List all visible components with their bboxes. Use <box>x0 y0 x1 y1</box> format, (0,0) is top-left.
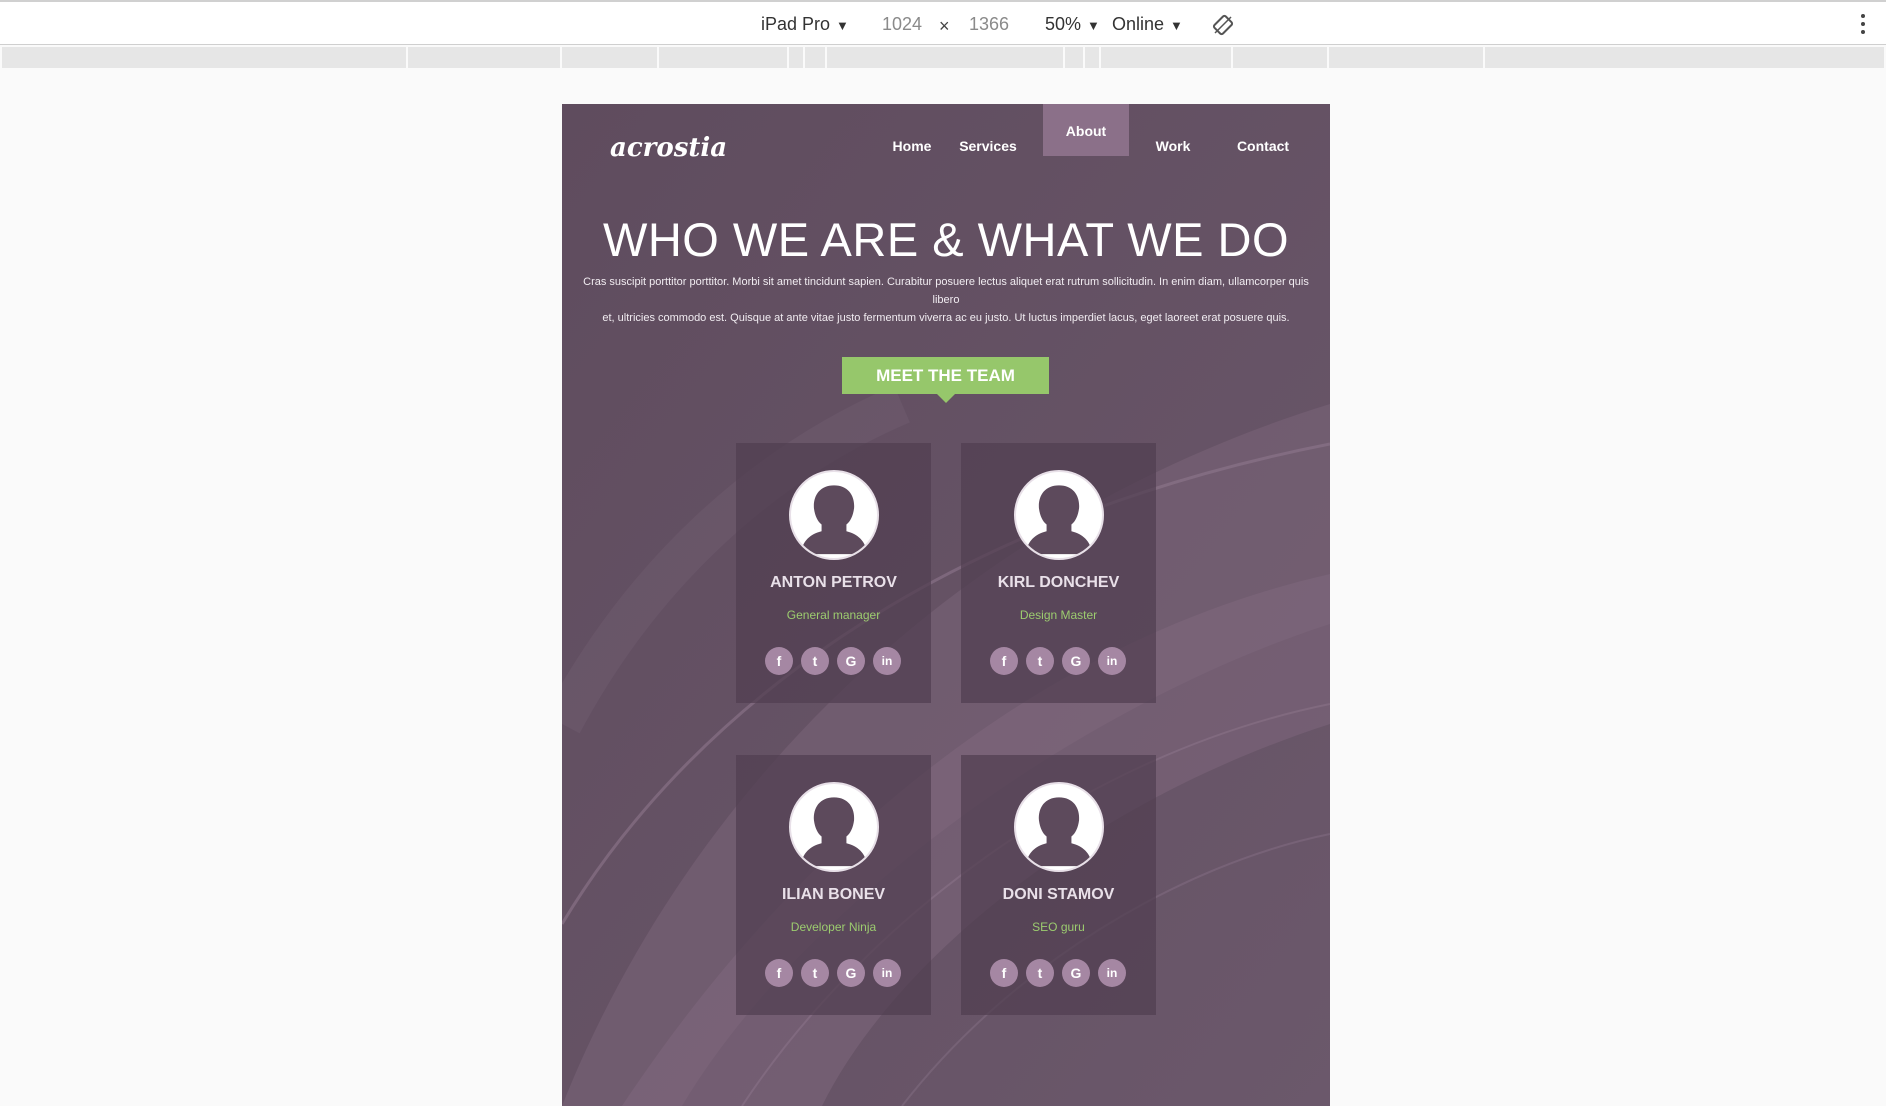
google-icon[interactable]: G <box>837 959 865 987</box>
google-icon[interactable]: G <box>1062 647 1090 675</box>
rotate-icon[interactable] <box>1212 14 1234 36</box>
media-query-segment[interactable] <box>1065 47 1083 68</box>
member-role: SEO guru <box>1032 920 1085 934</box>
nav-item-work[interactable]: Work <box>1140 104 1206 156</box>
team-card: ILIAN BONEV Developer Ninja f t G in <box>736 755 931 1015</box>
device-viewport: acrostia Home Services About Work Contac… <box>562 104 1330 1106</box>
member-role: Design Master <box>1019 608 1098 622</box>
network-select[interactable]: Online ▼ <box>1112 14 1183 35</box>
meet-the-team-badge: MEET THE TEAM <box>842 357 1049 394</box>
hero-description-line: et, ultricies commodo est. Quisque at an… <box>602 312 1290 324</box>
zoom-select-label: 50% <box>1045 14 1082 34</box>
avatar-icon <box>789 782 879 872</box>
linkedin-icon[interactable]: in <box>873 647 901 675</box>
media-query-segment[interactable] <box>1233 47 1327 68</box>
media-query-segment[interactable] <box>659 47 787 68</box>
twitter-icon[interactable]: t <box>801 647 829 675</box>
twitter-icon[interactable]: t <box>1026 647 1054 675</box>
social-links: f t G in <box>990 959 1130 987</box>
media-query-bar <box>0 45 1886 70</box>
media-query-segment[interactable] <box>2 47 406 68</box>
google-icon[interactable]: G <box>837 647 865 675</box>
hero-description-line: Cras suscipit porttitor porttitor. Morbi… <box>583 276 1309 306</box>
device-select-label: iPad Pro <box>761 14 831 34</box>
media-query-segment[interactable] <box>562 47 657 68</box>
media-query-segment[interactable] <box>408 47 560 68</box>
member-role: Developer Ninja <box>790 920 877 934</box>
member-name: ANTON PETROV <box>770 574 897 591</box>
hero-title: WHO WE ARE & WHAT WE DO <box>602 213 1290 266</box>
nav-item-home[interactable]: Home <box>882 104 942 156</box>
media-query-segment[interactable] <box>1485 47 1884 68</box>
nav-item-services[interactable]: Services <box>944 104 1032 156</box>
google-icon[interactable]: G <box>1062 959 1090 987</box>
network-select-label: Online <box>1112 14 1165 34</box>
member-role: General manager <box>786 608 881 622</box>
height-input[interactable]: 1366 <box>969 14 1009 35</box>
facebook-icon[interactable]: f <box>765 959 793 987</box>
hero-description: Cras suscipit porttitor porttitor. Morbi… <box>582 273 1310 327</box>
linkedin-icon[interactable]: in <box>873 959 901 987</box>
logo[interactable]: acrostia <box>610 126 730 170</box>
media-query-segment[interactable] <box>789 47 803 68</box>
caret-down-icon: ▼ <box>1170 18 1183 33</box>
avatar-icon <box>789 470 879 560</box>
team-card: ANTON PETROV General manager f t G in <box>736 443 931 703</box>
media-query-segment[interactable] <box>1329 47 1483 68</box>
team-card: KIRL DONCHEV Design Master f t G in <box>961 443 1156 703</box>
more-vert-icon[interactable] <box>1860 14 1866 36</box>
facebook-icon[interactable]: f <box>765 647 793 675</box>
social-links: f t G in <box>765 959 905 987</box>
social-links: f t G in <box>990 647 1130 675</box>
device-select[interactable]: iPad Pro ▼ <box>761 14 849 35</box>
times-icon: × <box>939 16 950 36</box>
media-query-segment[interactable] <box>1085 47 1099 68</box>
facebook-icon[interactable]: f <box>990 959 1018 987</box>
team-card: DONI STAMOV SEO guru f t G in <box>961 755 1156 1015</box>
caret-down-icon: ▼ <box>1087 18 1100 33</box>
nav-item-contact[interactable]: Contact <box>1221 104 1305 156</box>
twitter-icon[interactable]: t <box>1026 959 1054 987</box>
avatar-icon <box>1014 782 1104 872</box>
social-links: f t G in <box>765 647 905 675</box>
avatar-icon <box>1014 470 1104 560</box>
member-name: ILIAN BONEV <box>781 886 886 903</box>
badge-pointer <box>937 394 955 403</box>
nav-item-about[interactable]: About <box>1043 104 1129 156</box>
linkedin-icon[interactable]: in <box>1098 647 1126 675</box>
facebook-icon[interactable]: f <box>990 647 1018 675</box>
member-name: DONI STAMOV <box>1002 886 1115 903</box>
media-query-segment[interactable] <box>805 47 825 68</box>
media-query-segment[interactable] <box>1101 47 1231 68</box>
logo-text: acrostia <box>610 133 727 163</box>
twitter-icon[interactable]: t <box>801 959 829 987</box>
zoom-select[interactable]: 50% ▼ <box>1045 14 1100 35</box>
media-query-segment[interactable] <box>827 47 1063 68</box>
caret-down-icon: ▼ <box>836 18 849 33</box>
device-toolbar: iPad Pro ▼ 1024 × 1366 50% ▼ Online ▼ <box>0 0 1886 45</box>
width-input[interactable]: 1024 <box>882 14 922 35</box>
linkedin-icon[interactable]: in <box>1098 959 1126 987</box>
member-name: KIRL DONCHEV <box>997 574 1120 591</box>
